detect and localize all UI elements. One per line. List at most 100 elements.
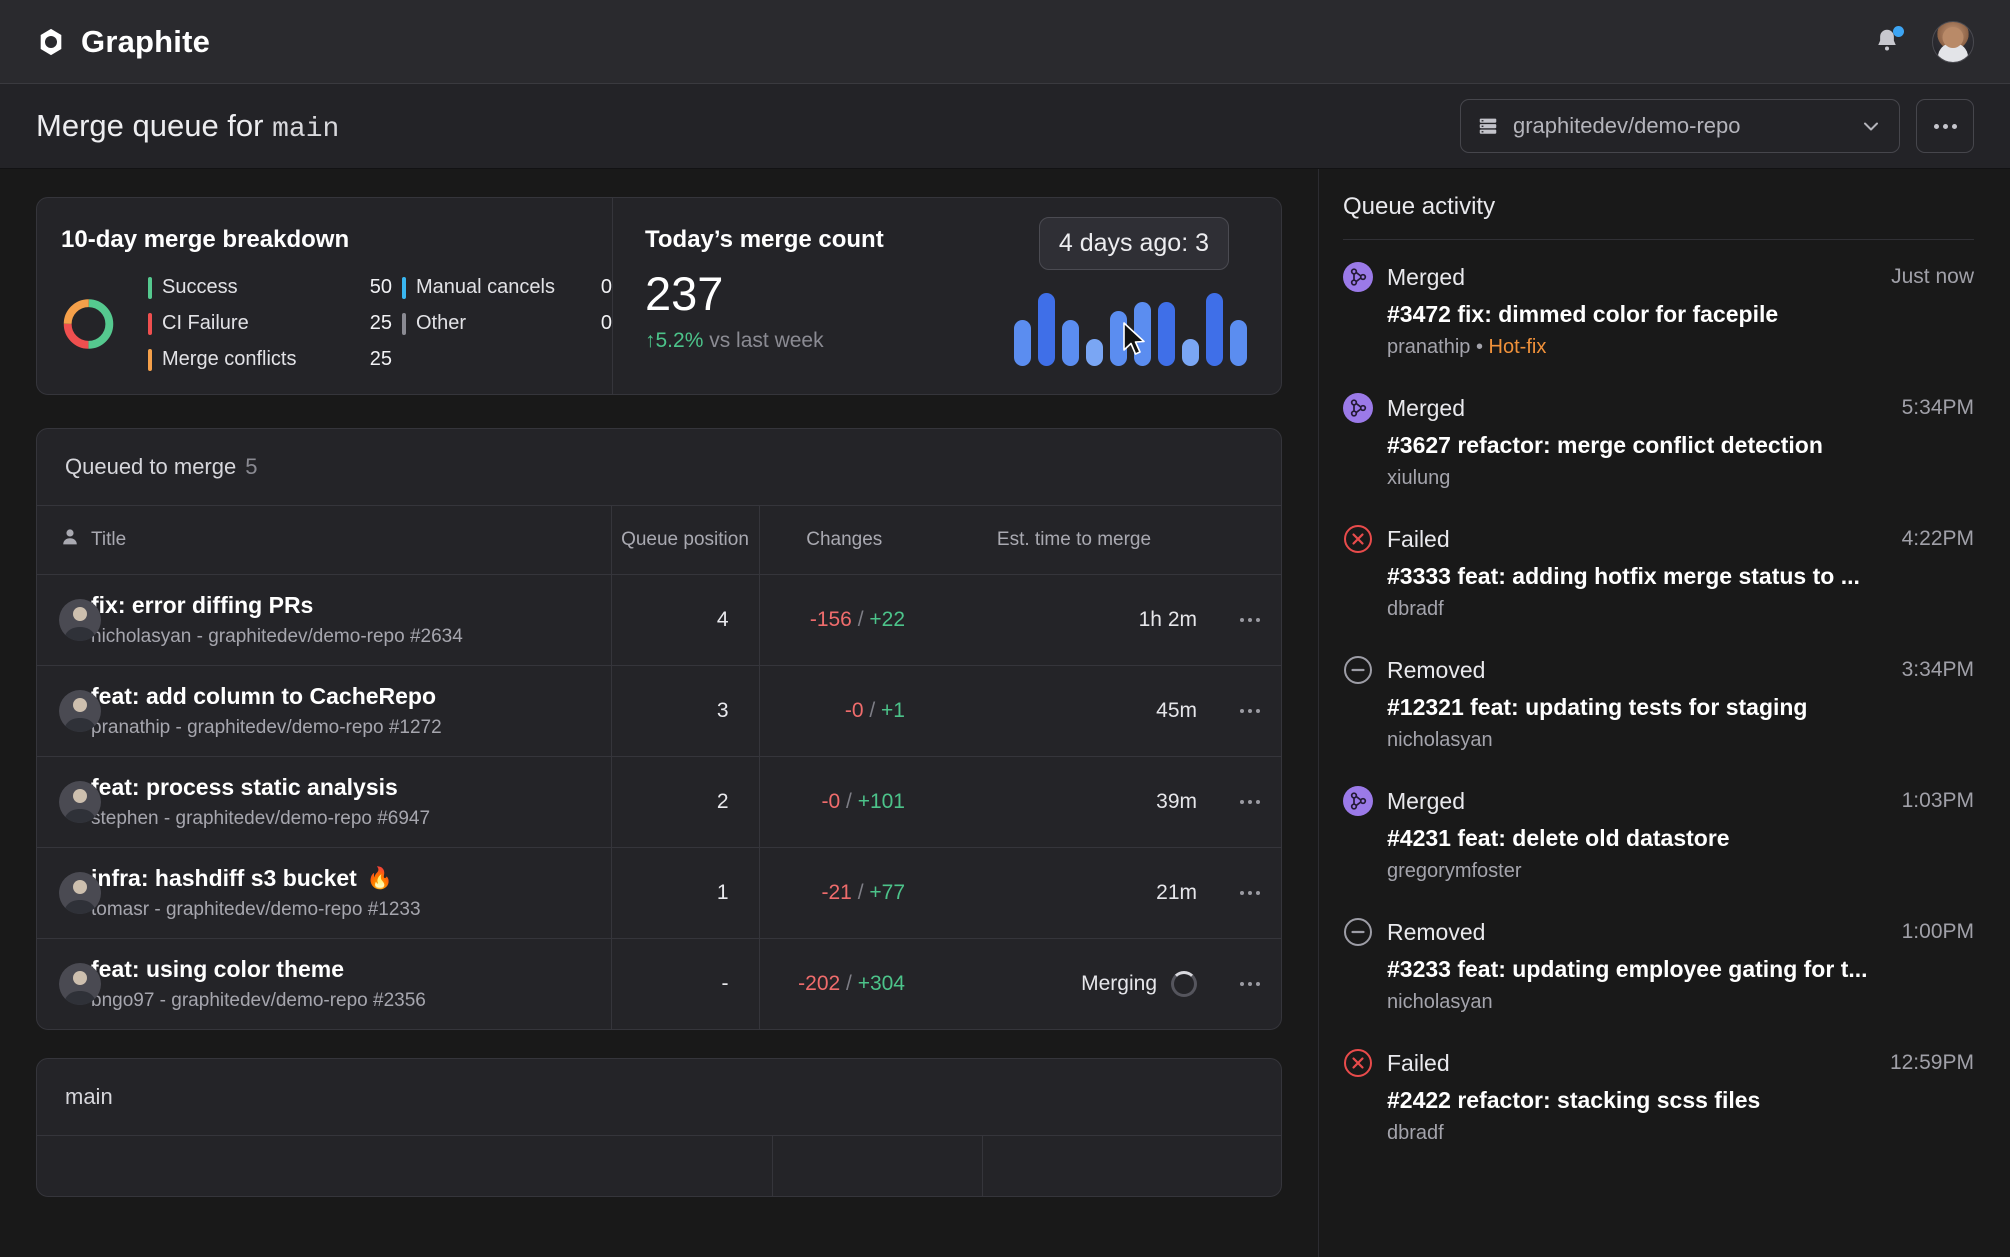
sparkline-bar[interactable] — [1062, 320, 1079, 366]
activity-pr-title[interactable]: #3333 feat: adding hotfix merge status t… — [1387, 563, 1974, 590]
activity-pr-title[interactable]: #3627 refactor: merge conflict detection — [1387, 432, 1974, 459]
row-actions-button[interactable] — [1219, 709, 1281, 713]
activity-pr-title[interactable]: #3472 fix: dimmed color for facepile — [1387, 301, 1974, 328]
queued-to-merge-table: Title Queue position Changes Est. time t… — [37, 506, 1281, 1029]
repo-selector[interactable]: graphitedev/demo-repo — [1460, 99, 1900, 153]
merge-count-panel: Today’s merge count 237 ↑5.2% vs last we… — [612, 198, 1281, 394]
pr-title-text: feat: using color theme — [91, 956, 345, 982]
table-row[interactable]: feat: add column to CacheRepo pranathip -… — [37, 665, 1281, 757]
activity-pr-title[interactable]: #3233 feat: updating employee gating for… — [1387, 956, 1974, 983]
legend-value: 25 — [369, 348, 392, 370]
column-header-changes: Changes — [758, 506, 929, 575]
queue-position-value: 3 — [716, 699, 729, 722]
sparkline-bar[interactable] — [1014, 320, 1031, 366]
delta-arrow-icon: ↑ — [645, 329, 656, 352]
changes-added: +304 — [857, 972, 905, 995]
legend-column-right: Manual cancels 0 Other 0 — [402, 276, 612, 371]
legend-swatch — [402, 312, 406, 335]
pr-subtitle: tomasr - graphitedev/demo-repo #1233 — [91, 899, 421, 920]
merge-breakdown-panel: 10-day merge breakdown Success 50 CI Fai… — [37, 198, 612, 394]
sparkline-bar[interactable] — [1086, 339, 1103, 366]
legend-label: Merge conflicts — [162, 348, 297, 370]
activity-time: 3:34PM — [1901, 658, 1974, 681]
activity-item[interactable]: Failed 12:59PM #2422 refactor: stacking sc… — [1343, 1048, 1974, 1145]
activity-item-header: Merged 5:34PM — [1343, 393, 1974, 423]
pr-subtitle: stephen - graphitedev/demo-repo #6947 — [91, 808, 431, 829]
activity-time: 1:03PM — [1901, 789, 1974, 812]
more-options-button[interactable] — [1916, 99, 1974, 153]
ellipsis-icon-dot — [1256, 982, 1260, 986]
eta-value: Merging — [929, 971, 1197, 997]
eta-text: 1h 2m — [1138, 608, 1197, 631]
git-merge-icon — [1343, 786, 1373, 816]
ellipsis-icon-dot — [1240, 891, 1244, 895]
pr-title[interactable]: infra: hashdiff s3 bucket 🔥 — [91, 865, 611, 892]
ellipsis-icon-dot — [1942, 123, 1948, 129]
activity-item[interactable]: Removed 3:34PM #12321 feat: updating tests… — [1343, 655, 1974, 752]
pr-title[interactable]: feat: add column to CacheRepo — [91, 683, 611, 710]
row-actions-button[interactable] — [1219, 618, 1281, 622]
pr-title[interactable]: feat: using color theme — [91, 956, 611, 983]
notification-badge-dot — [1893, 25, 1904, 37]
ellipsis-icon-dot — [1248, 982, 1252, 986]
pr-subtitle: nicholasyan - graphitedev/demo-repo #263… — [91, 626, 463, 647]
activity-time: 5:34PM — [1901, 396, 1974, 419]
legend-value: 0 — [600, 312, 612, 334]
pr-title[interactable]: fix: error diffing PRs — [91, 592, 611, 619]
activity-item[interactable]: Merged 5:34PM #3627 refactor: merge confli… — [1343, 393, 1974, 490]
pr-title-text: feat: process static analysis — [91, 774, 398, 800]
row-actions-button[interactable] — [1219, 982, 1281, 986]
person-icon — [63, 529, 77, 545]
sparkline-bar[interactable] — [1182, 339, 1199, 366]
activity-author: nicholasyan — [1387, 729, 1493, 751]
row-actions-button[interactable] — [1219, 800, 1281, 804]
merge-breakdown-donut-chart — [63, 298, 114, 349]
sparkline-bar[interactable] — [1038, 293, 1055, 366]
activity-item-header: Merged Just now — [1343, 262, 1974, 292]
legend-value: 50 — [369, 276, 392, 298]
activity-status: Removed — [1387, 918, 1486, 945]
row-actions-button[interactable] — [1219, 891, 1281, 895]
sparkline-bar[interactable] — [1230, 320, 1247, 366]
brand-logo[interactable]: Graphite — [36, 24, 210, 60]
eta-text: 45m — [1156, 699, 1197, 722]
notifications-button[interactable] — [1872, 25, 1904, 58]
activity-item[interactable]: Merged Just now #3472 fix: dimmed color fo… — [1343, 262, 1974, 359]
avatar — [59, 963, 101, 1005]
activity-time: Just now — [1891, 265, 1974, 288]
queue-position-value: 4 — [716, 608, 729, 631]
avatar[interactable] — [1932, 20, 1974, 63]
legend-item-merge-conflicts: Merge conflicts 25 — [148, 348, 392, 371]
table-row[interactable]: feat: process static analysis stephen - g… — [37, 756, 1281, 848]
activity-pr-title[interactable]: #4231 feat: delete old datastore — [1387, 825, 1974, 852]
page-title: Merge queue for main — [36, 108, 339, 145]
legend-label: Success — [162, 276, 238, 298]
queue-activity-list: Merged Just now #3472 fix: dimmed color fo… — [1343, 262, 1974, 1145]
legend-item-manual-cancels: Manual cancels 0 — [402, 276, 612, 299]
ellipsis-icon-dot — [1248, 891, 1252, 895]
avatar — [59, 599, 101, 641]
sparkline-bar[interactable] — [1158, 302, 1175, 366]
activity-pr-title[interactable]: #2422 refactor: stacking scss files — [1387, 1087, 1974, 1114]
changes-added: +77 — [869, 881, 905, 904]
brand-name: Graphite — [81, 23, 211, 59]
table-row[interactable]: feat: using color theme bngo97 - graphite… — [37, 938, 1281, 1029]
activity-item[interactable]: Merged 1:03PM #4231 feat: delete old datas… — [1343, 786, 1974, 883]
error-circle-icon — [1344, 1049, 1372, 1077]
sparkline-bar[interactable] — [1206, 293, 1223, 366]
activity-item[interactable]: Failed 4:22PM #3333 feat: adding hotfix me… — [1343, 524, 1974, 621]
activity-pr-title[interactable]: #12321 feat: updating tests for staging — [1387, 694, 1974, 721]
hotfix-flame-icon: 🔥 — [366, 867, 393, 890]
changes-value: -0 / +1 — [844, 699, 905, 722]
pr-title[interactable]: feat: process static analysis — [91, 774, 611, 801]
activity-author: dbradf — [1387, 598, 1444, 620]
activity-item[interactable]: Removed 1:00PM #3233 feat: updating employ… — [1343, 917, 1974, 1014]
table-row[interactable]: infra: hashdiff s3 bucket 🔥 tomasr - graph… — [37, 847, 1281, 939]
chevron-down-icon — [1864, 122, 1878, 131]
table-row[interactable]: fix: error diffing PRs nicholasyan - grap… — [37, 574, 1281, 666]
activity-status: Merged — [1387, 787, 1465, 814]
main-branch-col-rest — [982, 1136, 1281, 1196]
main-branch-columns — [37, 1136, 1281, 1196]
page-header: Merge queue for main graphitedev/demo-re… — [0, 84, 2010, 169]
legend-item-other: Other 0 — [402, 312, 612, 335]
